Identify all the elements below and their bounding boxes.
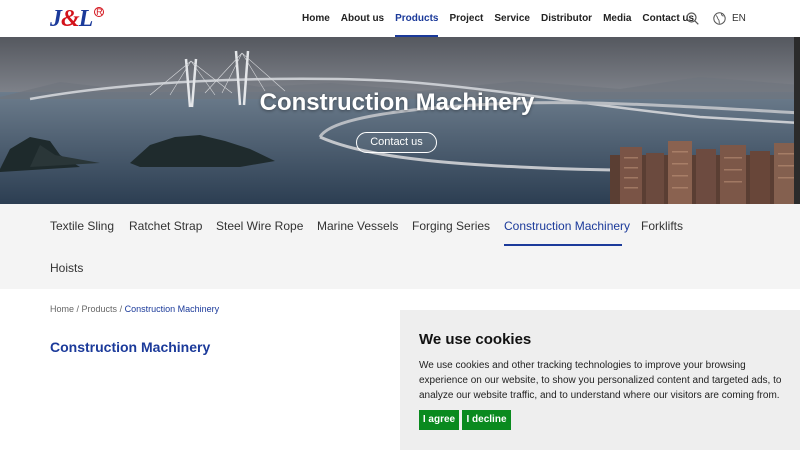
hero-banner: Construction Machinery Contact us: [0, 37, 800, 204]
main-nav: Home About us Products Project Service D…: [302, 0, 705, 37]
registered-mark: R: [94, 7, 105, 17]
cookie-consent-panel: We use cookies We use cookies and other …: [400, 310, 800, 450]
nav-products[interactable]: Products: [395, 0, 439, 37]
breadcrumb-separator: /: [117, 304, 125, 314]
breadcrumb-current: Construction Machinery: [124, 304, 220, 314]
nav-about-us[interactable]: About us: [341, 0, 384, 37]
breadcrumb: Home / Products / Construction Machinery: [50, 304, 219, 314]
page: J&L R Home About us Products Project Ser…: [0, 0, 800, 450]
hero-background-image: [0, 37, 800, 204]
tab-hoists[interactable]: Hoists: [50, 261, 83, 275]
contact-us-button[interactable]: Contact us: [356, 132, 437, 153]
logo[interactable]: J&L R: [50, 6, 105, 32]
tab-marine-vessels[interactable]: Marine Vessels: [317, 219, 398, 233]
search-icon[interactable]: [686, 12, 699, 25]
nav-home[interactable]: Home: [302, 0, 330, 37]
tab-forklifts[interactable]: Forklifts: [641, 219, 683, 233]
cookie-description: We use cookies and other tracking techno…: [419, 360, 782, 401]
tab-steel-wire-rope[interactable]: Steel Wire Rope: [216, 219, 303, 233]
page-title: Construction Machinery: [50, 339, 211, 355]
nav-media[interactable]: Media: [603, 0, 631, 37]
category-tabs: [0, 204, 800, 289]
tab-construction-machinery[interactable]: Construction Machinery: [504, 219, 630, 233]
decline-button[interactable]: I decline: [462, 410, 511, 430]
breadcrumb-products[interactable]: Products: [82, 304, 118, 314]
agree-button[interactable]: I agree: [419, 410, 459, 430]
language-switch[interactable]: EN: [732, 13, 746, 24]
tab-textile-sling[interactable]: Textile Sling: [50, 219, 114, 233]
cookie-title: We use cookies: [419, 331, 532, 348]
globe-icon[interactable]: [713, 12, 726, 25]
site-header: J&L R Home About us Products Project Ser…: [0, 0, 800, 37]
logo-text: J&L: [50, 6, 93, 32]
hero-title: Construction Machinery: [259, 89, 535, 116]
nav-distributor[interactable]: Distributor: [541, 0, 592, 37]
active-tab-underline: [504, 244, 622, 246]
breadcrumb-separator: /: [74, 304, 82, 314]
tab-ratchet-strap[interactable]: Ratchet Strap: [129, 219, 202, 233]
breadcrumb-home[interactable]: Home: [50, 304, 74, 314]
nav-service[interactable]: Service: [494, 0, 530, 37]
nav-project[interactable]: Project: [449, 0, 483, 37]
tab-forging-series[interactable]: Forging Series: [412, 219, 490, 233]
